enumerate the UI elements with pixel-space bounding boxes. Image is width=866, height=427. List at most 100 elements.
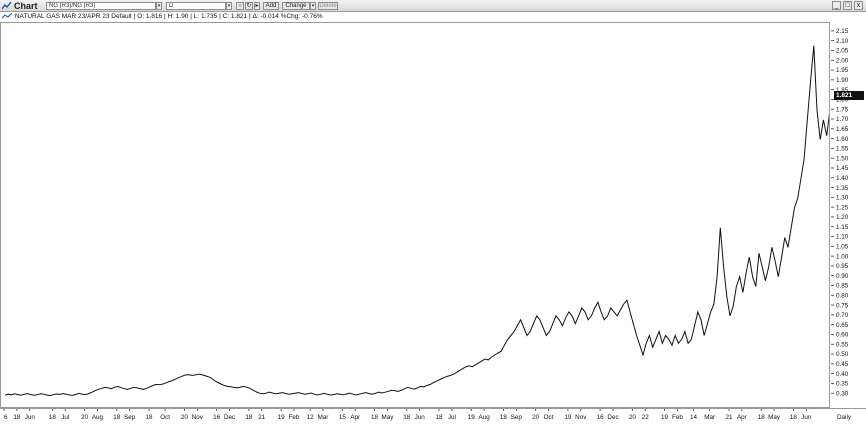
x-tick-label: 18	[371, 414, 379, 421]
x-tick-label: Aug	[479, 414, 491, 421]
x-tick-label: Sep	[511, 414, 523, 421]
x-tick-label: Mar	[318, 414, 329, 421]
y-tick-label: 1.45	[836, 165, 849, 172]
y-tick-label: 2.15	[836, 28, 849, 35]
y-tick-label: 1.15	[836, 224, 849, 231]
template-name: Default	[111, 13, 132, 20]
x-tick-label: 15	[339, 414, 347, 421]
close-icon[interactable]: x	[854, 1, 863, 10]
x-tick-label: Apr	[737, 414, 747, 421]
x-tick-label: Apr	[350, 414, 360, 421]
open-value: O: 1.816	[137, 13, 163, 20]
price-chart-svg	[4, 37, 857, 397]
pct-change-value: %Chg: -0.76%	[280, 13, 323, 20]
play-arrow-icon[interactable]: ▸	[254, 2, 260, 10]
x-tick-label: Jun	[801, 414, 812, 421]
price-axis[interactable]: 0.30 0.35 0.40 0.45 0.50 0.55 0.60 0.65 0.70 0.75…	[831, 22, 866, 408]
x-tick-label: 18	[758, 414, 766, 421]
y-tick-label: 2.00	[836, 57, 849, 64]
y-tick-label: 1.50	[836, 155, 849, 162]
x-tick-label: 19	[468, 414, 476, 421]
symbol-dropdown-chevron-down-icon[interactable]: ▾	[156, 2, 162, 10]
x-tick-label: 20	[81, 414, 89, 421]
delete-button[interactable]: Delete	[318, 2, 338, 10]
x-tick-label: 20	[629, 414, 637, 421]
symbol-input[interactable]: NG (R3)/NG (R3)	[46, 2, 156, 10]
maximize-icon[interactable]: □	[843, 1, 852, 10]
line-chart-icon	[2, 13, 13, 19]
y-tick-label: 1.25	[836, 204, 849, 211]
x-tick-label: 18	[435, 414, 443, 421]
y-tick-label: 0.65	[836, 322, 849, 329]
x-tick-label: Feb	[289, 414, 300, 421]
x-tick-label: 18	[113, 414, 121, 421]
y-tick-label: 0.60	[836, 332, 849, 339]
change-dropdown-chevron-down-icon[interactable]: ▾	[310, 2, 316, 10]
close-value: C: 1.821	[222, 13, 248, 20]
y-tick-label: 1.00	[836, 253, 849, 260]
x-tick-label: 14	[690, 414, 698, 421]
y-tick-label: 1.40	[836, 175, 849, 182]
y-tick-label: 1.65	[836, 126, 849, 133]
y-tick-label: 1.90	[836, 77, 849, 84]
refresh-icon[interactable]: ↻	[245, 2, 253, 10]
y-tick-label: 1.95	[836, 67, 849, 74]
minimize-icon[interactable]: _	[832, 1, 841, 10]
chart-logo-icon	[2, 1, 12, 10]
x-tick-label: 21	[725, 414, 733, 421]
x-tick-label: 19	[564, 414, 572, 421]
x-tick-label: 12	[307, 414, 315, 421]
add-button[interactable]: Add	[263, 2, 279, 10]
y-tick-label: 2.10	[836, 38, 849, 45]
x-tick-label: 18	[245, 414, 253, 421]
x-tick-label: Sep	[124, 414, 136, 421]
y-tick-label: 1.75	[836, 106, 849, 113]
search-icon[interactable]: ○	[236, 2, 244, 10]
change-value: Δ: -0.014	[252, 13, 279, 20]
y-tick-label: 1.55	[836, 146, 849, 153]
y-tick-label: 1.70	[836, 116, 849, 123]
x-tick-label: Oct	[160, 414, 170, 421]
y-tick-label: 1.20	[836, 214, 849, 221]
price-plot-area[interactable]	[0, 22, 857, 408]
x-tick-label: 20	[532, 414, 540, 421]
x-tick-label: May	[381, 414, 394, 421]
x-tick-label: 18	[403, 414, 411, 421]
y-tick-label: 1.05	[836, 244, 849, 251]
x-tick-label: 18	[145, 414, 153, 421]
x-tick-label: 22	[642, 414, 650, 421]
period-input[interactable]: D	[166, 2, 226, 10]
x-tick-label: 20	[181, 414, 189, 421]
period-label: Daily	[837, 414, 852, 421]
time-axis[interactable]: 6 18 Jun 18 Jul 20 Aug 18 Sep 18 Oct 20 Nov 16 Dec 18 21…	[0, 408, 866, 422]
x-tick-label: Mar	[704, 414, 715, 421]
x-tick-label: Dec	[607, 414, 618, 421]
y-tick-label: 0.75	[836, 302, 849, 309]
x-tick-label: Jun	[25, 414, 36, 421]
y-tick-label: 0.70	[836, 312, 849, 319]
change-button[interactable]: Change	[282, 2, 310, 10]
x-tick-label: 18	[500, 414, 508, 421]
chart-toolbar: Chart NG (R3)/NG (R3) ▾ D ▾ ○ ↻ ▸ Add Ch…	[0, 0, 866, 12]
price-axis-svg: 0.30 0.35 0.40 0.45 0.50 0.55 0.60 0.65 0.70 0.75…	[831, 28, 849, 397]
window-controls: _ □ x	[832, 1, 864, 11]
chart-window: Chart NG (R3)/NG (R3) ▾ D ▾ ○ ↻ ▸ Add Ch…	[0, 0, 866, 422]
x-tick-label: 19	[278, 414, 286, 421]
x-tick-label: 18	[790, 414, 798, 421]
x-tick-label: 18	[13, 414, 21, 421]
y-tick-label: 0.35	[836, 381, 849, 388]
y-tick-label: 2.05	[836, 48, 849, 55]
high-value: H: 1.90	[167, 13, 189, 20]
x-tick-label: 16	[213, 414, 221, 421]
y-tick-label: 1.30	[836, 195, 849, 202]
period-dropdown-chevron-down-icon[interactable]: ▾	[226, 2, 232, 10]
price-series-line	[4, 37, 857, 397]
x-tick-label: 18	[49, 414, 57, 421]
y-tick-label: 0.80	[836, 292, 849, 299]
x-tick-label: Jul	[61, 414, 69, 421]
y-tick-label: 0.55	[836, 341, 849, 348]
time-axis-svg: 6 18 Jun 18 Jul 20 Aug 18 Sep 18 Oct 20 Nov 16 Dec 18 21…	[3, 409, 852, 421]
x-tick-label: 16	[597, 414, 605, 421]
y-tick-label: 1.35	[836, 185, 849, 192]
x-tick-label: 21	[258, 414, 266, 421]
